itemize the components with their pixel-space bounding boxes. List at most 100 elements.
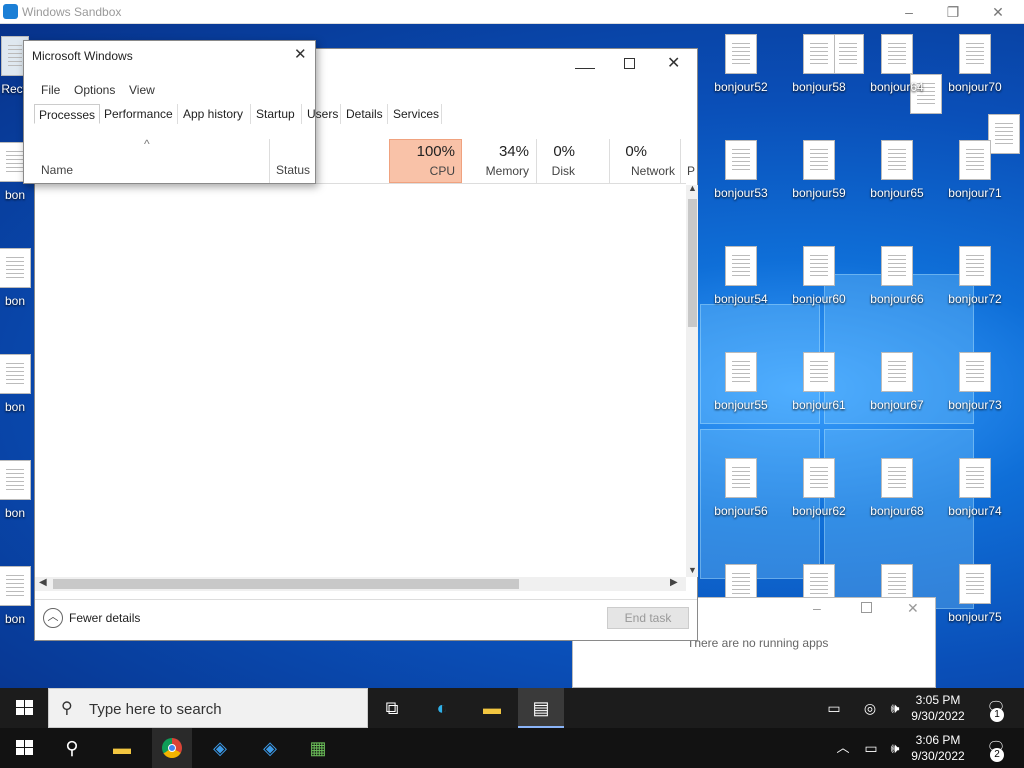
partial-column-header[interactable]: P bbox=[687, 164, 699, 178]
desktop-icon[interactable]: bonjour73 bbox=[936, 352, 1014, 452]
sandbox-minimize-button[interactable]: – bbox=[894, 2, 924, 22]
host-start-button[interactable] bbox=[4, 728, 44, 768]
desktop-icon[interactable]: bonjour64 bbox=[858, 34, 936, 134]
tm-maximize-button[interactable] bbox=[624, 58, 635, 69]
document-icon bbox=[725, 140, 757, 180]
vertical-scroll-thumb[interactable] bbox=[688, 199, 697, 327]
menu-view[interactable]: View bbox=[129, 83, 155, 97]
scroll-left-icon[interactable]: ◀ bbox=[39, 577, 47, 588]
sandbox-taskbar-icon-2[interactable]: ◈ bbox=[250, 728, 290, 768]
column-divider bbox=[609, 139, 610, 183]
desktop-icon[interactable]: bonjour70 bbox=[936, 34, 1014, 134]
notification-badge: 1 bbox=[990, 708, 1004, 722]
taskbar1-time: 3:05 PM bbox=[915, 693, 961, 707]
popup-minimize-button[interactable]: – bbox=[813, 600, 821, 616]
tm-close-button[interactable]: ✕ bbox=[667, 53, 680, 73]
desktop-icon[interactable]: bonjour56 bbox=[702, 458, 780, 558]
file-explorer-icon[interactable]: ▬ bbox=[472, 688, 512, 728]
sandbox-restore-button[interactable]: ❐ bbox=[938, 2, 968, 22]
disk-column-header[interactable]: Disk bbox=[523, 164, 575, 178]
document-icon bbox=[803, 140, 835, 180]
desktop-icon-label: bonjour73 bbox=[948, 398, 1002, 412]
vertical-scrollbar[interactable]: ▲ ▼ bbox=[686, 183, 698, 577]
desktop-icon-label: bonjour70 bbox=[948, 80, 1002, 94]
chevron-up-icon[interactable]: ︿ bbox=[43, 608, 63, 628]
scroll-down-icon[interactable]: ▼ bbox=[688, 565, 697, 575]
menu-file[interactable]: File bbox=[41, 83, 60, 97]
tab-processes[interactable]: Processes bbox=[34, 104, 100, 124]
edge-icon[interactable]: ◐ bbox=[422, 688, 462, 728]
desktop-icon[interactable]: bonjour67 bbox=[858, 352, 936, 452]
desktop-icon[interactable]: bonjour75 bbox=[936, 564, 1014, 664]
desktop-icon[interactable]: bonjour62 bbox=[780, 458, 858, 558]
taskbar-search-box[interactable]: ⚲ Type here to search bbox=[48, 688, 368, 728]
start-button[interactable] bbox=[4, 688, 44, 728]
desktop-icon[interactable]: bonjour65 bbox=[858, 140, 936, 240]
desktop-icon[interactable]: bonjour54 bbox=[702, 246, 780, 346]
sandbox-title: Windows Sandbox bbox=[22, 5, 122, 19]
show-hidden-icons[interactable]: ︿ bbox=[828, 728, 858, 768]
taskbar2-clock[interactable]: 3:06 PM 9/30/2022 bbox=[906, 732, 970, 764]
name-column-header[interactable]: Name bbox=[41, 163, 73, 177]
desktop-icon[interactable]: bonjour59 bbox=[780, 140, 858, 240]
taskbar1-clock[interactable]: 3:05 PM 9/30/2022 bbox=[906, 692, 970, 724]
task-manager-taskbar-icon[interactable]: ▤ bbox=[518, 688, 564, 728]
windows-logo-icon bbox=[16, 700, 24, 707]
desktop-icon[interactable]: bonjour61 bbox=[780, 352, 858, 452]
tab-users[interactable]: Users bbox=[303, 104, 341, 124]
tab-performance[interactable]: Performance bbox=[100, 104, 178, 124]
desktop-icon[interactable]: bonjour68 bbox=[858, 458, 936, 558]
tab-startup[interactable]: Startup bbox=[252, 104, 302, 124]
document-icon bbox=[803, 458, 835, 498]
desktop-icon[interactable]: bonjour72 bbox=[936, 246, 1014, 346]
host-search-icon[interactable]: ⚲ bbox=[52, 728, 92, 768]
end-task-button[interactable]: End task bbox=[607, 607, 689, 629]
document-icon bbox=[959, 140, 991, 180]
news-widget-icon[interactable]: ▭ bbox=[814, 688, 854, 728]
horizontal-scrollbar[interactable]: ◀ ▶ bbox=[35, 577, 686, 591]
chrome-icon[interactable] bbox=[152, 728, 192, 768]
desktop-icon[interactable]: bonjour52 bbox=[702, 34, 780, 134]
scroll-up-icon[interactable]: ▲ bbox=[688, 183, 697, 193]
desktop-icon-label: bonjour55 bbox=[714, 398, 768, 412]
desktop-icon[interactable]: bonjour74 bbox=[936, 458, 1014, 558]
popup-close-button[interactable]: ✕ bbox=[907, 600, 919, 617]
desktop-icon[interactable]: bonjour71 bbox=[936, 140, 1014, 240]
sort-chevron-icon: ^ bbox=[144, 137, 150, 151]
desktop-icon-label: bonjour71 bbox=[948, 186, 1002, 200]
desktop-icon[interactable]: bonjour60 bbox=[780, 246, 858, 346]
desktop-icon-label: bonjour59 bbox=[792, 186, 846, 200]
column-divider bbox=[680, 139, 681, 183]
tab-app-history[interactable]: App history bbox=[179, 104, 251, 124]
process-list[interactable] bbox=[35, 184, 686, 577]
tab-details[interactable]: Details bbox=[342, 104, 388, 124]
cpu-column-highlight[interactable]: 100% CPU bbox=[389, 139, 462, 183]
app-icon[interactable]: ▦ bbox=[298, 728, 338, 768]
desktop-icon[interactable]: bonjour66 bbox=[858, 246, 936, 346]
windows-logo-icon bbox=[25, 748, 33, 755]
taskbar2-time: 3:06 PM bbox=[915, 733, 961, 747]
dialog-close-button[interactable]: ✕ bbox=[294, 45, 307, 63]
document-icon bbox=[0, 460, 31, 500]
windows-logo-icon bbox=[16, 708, 24, 715]
sandbox-taskbar-icon[interactable]: ◈ bbox=[200, 728, 240, 768]
desktop-icon[interactable]: bonjour55 bbox=[702, 352, 780, 452]
search-placeholder: Type here to search bbox=[89, 701, 222, 718]
host-file-explorer-icon[interactable]: ▬ bbox=[102, 728, 142, 768]
tab-services[interactable]: Services bbox=[389, 104, 442, 124]
sandbox-close-button[interactable]: ✕ bbox=[983, 2, 1013, 22]
tm-minimize-button[interactable] bbox=[575, 55, 595, 69]
memory-column-header[interactable]: Memory bbox=[465, 164, 529, 178]
popup-maximize-button[interactable] bbox=[861, 602, 872, 613]
menu-options[interactable]: Options bbox=[74, 83, 115, 97]
desktop-icon[interactable]: bonjour53 bbox=[702, 140, 780, 240]
desktop-icon[interactable]: bonjour58 bbox=[780, 34, 858, 134]
fewer-details-link[interactable]: Fewer details bbox=[69, 611, 140, 625]
column-divider bbox=[536, 139, 537, 183]
network-column-header[interactable]: Network bbox=[595, 164, 675, 178]
status-column-header[interactable]: Status bbox=[276, 163, 310, 177]
scroll-right-icon[interactable]: ▶ bbox=[670, 577, 678, 588]
task-manager-footer: ︿ Fewer details End task bbox=[35, 599, 697, 639]
task-view-icon[interactable]: ⧉ bbox=[372, 688, 412, 728]
horizontal-scroll-thumb[interactable] bbox=[53, 579, 519, 589]
